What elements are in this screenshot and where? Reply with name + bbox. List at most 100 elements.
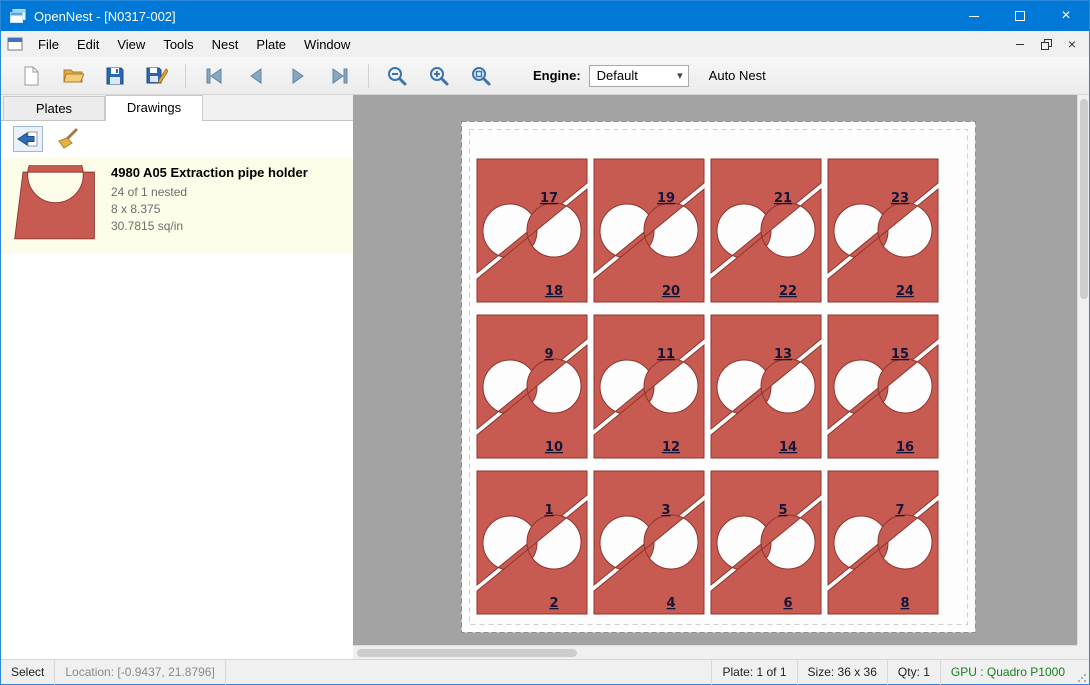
save-floppy-icon (105, 66, 125, 86)
app-icon (10, 9, 26, 23)
maximize-icon (1015, 11, 1025, 21)
scroll-corner (1077, 645, 1089, 659)
nest-canvas[interactable]: 171819202122232491011121314151612345678 (353, 95, 1089, 659)
open-folder-icon (62, 66, 84, 86)
statusbar: Select Location: [-0.9437, 21.8796] Plat… (1, 659, 1089, 684)
close-button[interactable]: × (1043, 1, 1089, 31)
app-window: OpenNest - [N0317-002] × File Edit View … (0, 0, 1090, 685)
main-toolbar: Engine: Default ▾ Auto Nest (1, 57, 1089, 95)
engine-select[interactable]: Default ▾ (589, 65, 689, 87)
drawing-title: 4980 A05 Extraction pipe holder (111, 165, 308, 180)
mdi-minimize-button[interactable] (1009, 35, 1031, 53)
mdi-close-icon: × (1068, 36, 1076, 52)
menu-nest[interactable]: Nest (203, 33, 248, 56)
next-plate-button[interactable] (280, 61, 316, 91)
vertical-scrollbar[interactable] (1077, 95, 1089, 645)
part-number: 11 (657, 347, 675, 362)
drawing-area: 30.7815 sq/in (111, 218, 308, 235)
window-title: OpenNest - [N0317-002] (34, 9, 176, 24)
drawings-toolbar (1, 121, 353, 157)
part-number: 22 (779, 284, 797, 299)
mdi-close-button[interactable]: × (1061, 35, 1083, 53)
zoom-fit-icon (470, 65, 492, 87)
drawing-nested-count: 24 of 1 nested (111, 184, 308, 201)
menu-plate[interactable]: Plate (247, 33, 295, 56)
mdi-minimize-icon (1016, 44, 1024, 45)
auto-nest-toggle[interactable]: Auto Nest (709, 68, 766, 83)
tabstrip: Plates Drawings (1, 95, 353, 121)
mdi-restore-icon (1041, 39, 1052, 50)
part-number: 2 (549, 596, 558, 611)
minimize-button[interactable] (951, 1, 997, 31)
status-size: Size: 36 x 36 (797, 660, 887, 685)
resize-grip-icon (1077, 673, 1087, 683)
engine-value: Default (597, 68, 638, 83)
previous-plate-button[interactable] (238, 61, 274, 91)
menubar: File Edit View Tools Nest Plate Window × (1, 31, 1089, 57)
part-number: 21 (774, 191, 792, 206)
menu-edit[interactable]: Edit (68, 33, 108, 56)
drawing-dimensions: 8 x 8.375 (111, 201, 308, 218)
part-number: 14 (779, 440, 797, 455)
part-number: 8 (900, 596, 909, 611)
nest-plate-svg[interactable]: 171819202122232491011121314151612345678 (461, 121, 976, 633)
part-number: 15 (891, 347, 909, 362)
horizontal-scrollbar[interactable] (353, 645, 1077, 659)
new-file-icon (21, 65, 41, 87)
part-thumbnail (11, 165, 99, 245)
part-number: 1 (544, 503, 553, 518)
last-plate-button[interactable] (322, 61, 358, 91)
clear-parts-button[interactable] (53, 126, 83, 152)
zoom-out-icon (386, 65, 408, 87)
part-number: 10 (545, 440, 563, 455)
part-number: 3 (661, 503, 670, 518)
hscroll-thumb[interactable] (357, 649, 577, 657)
zoom-in-icon (428, 65, 450, 87)
mdi-restore-button[interactable] (1035, 35, 1057, 53)
menu-file[interactable]: File (29, 33, 68, 56)
zoom-out-button[interactable] (379, 61, 415, 91)
broom-icon (57, 128, 79, 150)
arrow-previous-icon (246, 67, 266, 85)
part-number: 12 (662, 440, 680, 455)
save-as-button[interactable] (139, 61, 175, 91)
part-number: 13 (774, 347, 792, 362)
part-number: 9 (544, 347, 553, 362)
part-number: 5 (778, 503, 787, 518)
zoom-in-button[interactable] (421, 61, 457, 91)
menu-window[interactable]: Window (295, 33, 359, 56)
drawing-info: 4980 A05 Extraction pipe holder 24 of 1 … (111, 165, 308, 235)
save-button[interactable] (97, 61, 133, 91)
zoom-fit-button[interactable] (463, 61, 499, 91)
open-button[interactable] (55, 61, 91, 91)
part-number: 4 (666, 596, 675, 611)
part-number: 16 (896, 440, 914, 455)
first-plate-button[interactable] (196, 61, 232, 91)
status-location: Location: [-0.9437, 21.8796] (54, 660, 224, 685)
left-panel: Plates Drawings (1, 95, 353, 659)
part-number: 7 (895, 503, 904, 518)
part-number: 23 (891, 191, 909, 206)
arrow-next-icon (288, 67, 308, 85)
part-number: 17 (540, 191, 558, 206)
menu-tools[interactable]: Tools (154, 33, 202, 56)
status-divider (225, 660, 226, 685)
tab-drawings[interactable]: Drawings (105, 95, 203, 121)
document-window-icon (7, 37, 23, 51)
resize-grip[interactable] (1075, 660, 1089, 685)
menu-view[interactable]: View (108, 33, 154, 56)
part-number: 24 (896, 284, 914, 299)
vscroll-thumb[interactable] (1080, 99, 1088, 299)
tab-plates[interactable]: Plates (3, 96, 105, 120)
save-edit-icon (146, 66, 168, 86)
new-button[interactable] (13, 61, 49, 91)
engine-label: Engine: (533, 68, 581, 83)
drawings-panel: 4980 A05 Extraction pipe holder 24 of 1 … (1, 121, 353, 659)
back-arrow-icon (17, 130, 39, 148)
drawing-list-item[interactable]: 4980 A05 Extraction pipe holder 24 of 1 … (1, 157, 353, 253)
minimize-icon (969, 16, 979, 17)
return-part-button[interactable] (13, 126, 43, 152)
arrow-last-icon (329, 67, 351, 85)
maximize-button[interactable] (997, 1, 1043, 31)
status-qty: Qty: 1 (887, 660, 940, 685)
